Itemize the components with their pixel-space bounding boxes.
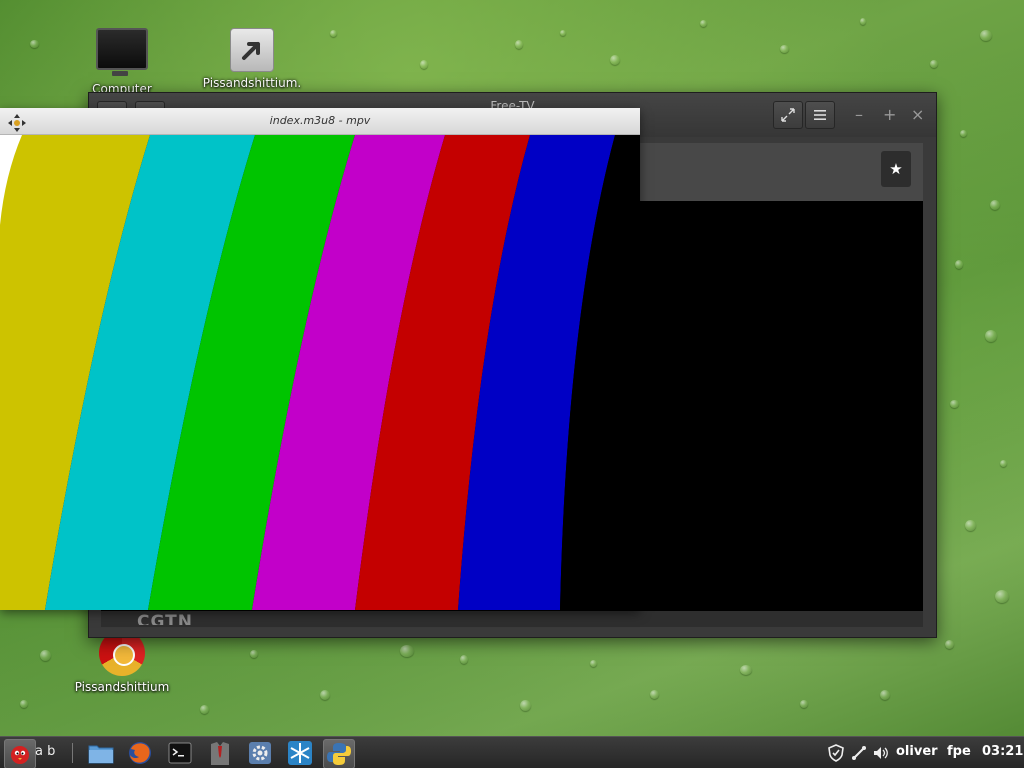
water-droplet [460,655,468,664]
gear-icon [249,742,271,764]
mpv-titlebar[interactable]: index.m3u8 - mpv [0,108,640,135]
security-shield-icon[interactable] [826,743,846,763]
snowflake-icon [288,741,312,765]
taskbar-separator [72,743,73,763]
clock[interactable]: 03:21 [982,744,1023,759]
python-icon [327,743,351,765]
water-droplet [590,660,597,667]
desktop-icon-label: Pissandshittium [74,680,170,694]
water-droplet [880,690,890,700]
water-droplet [930,60,938,68]
water-droplet [950,400,959,408]
terminal-icon [168,742,192,764]
water-droplet [955,260,963,269]
water-droplet [700,20,707,27]
desktop: Computer Pissandshittium. Pissandshittiu… [0,0,1024,768]
user-name[interactable]: oliver [896,744,938,759]
star-icon: ★ [889,160,903,178]
firefox-launcher[interactable] [125,739,155,767]
water-droplet [960,130,967,137]
volume-icon[interactable] [871,743,891,763]
water-droplet [965,520,976,531]
network-icon[interactable] [849,743,869,763]
expand-icon [781,108,795,122]
maximize-button[interactable]: + [883,105,896,124]
water-droplet [420,60,428,69]
channel-strip [101,611,923,627]
color-bars-test-pattern [0,135,640,610]
suit-icon [211,742,229,765]
close-button[interactable]: × [911,105,924,124]
favorite-star-button[interactable]: ★ [881,151,911,187]
water-droplet [650,690,659,699]
water-droplet [515,40,523,49]
water-droplet [20,700,28,708]
water-droplet [320,690,330,700]
water-droplet [200,705,209,714]
menu-button[interactable] [805,101,835,129]
desktop-icon-shortcut[interactable]: Pissandshittium. [192,28,312,90]
water-droplet [990,200,1000,210]
mpv-window[interactable]: index.m3u8 - mpv [0,108,640,610]
snowflake-launcher[interactable] [285,739,315,767]
keyboard-layout[interactable]: fpe [947,744,971,759]
desktop-icon-browser[interactable]: Pissandshittium [62,630,182,694]
terminal-launcher[interactable] [165,739,195,767]
water-droplet [780,45,789,53]
water-droplet [800,700,808,708]
water-droplet [980,30,992,41]
water-droplet [860,18,866,25]
shortcut-arrow-icon [230,28,274,72]
monitor-icon [96,28,148,76]
water-droplet [520,700,531,711]
channel-label[interactable]: CGTN [137,611,193,625]
window-title: index.m3u8 - mpv [269,114,371,127]
video-frame[interactable] [0,135,640,610]
python-launcher[interactable] [323,739,355,768]
water-droplet [400,645,414,657]
water-droplet [30,40,39,48]
water-droplet [995,590,1009,603]
firefox-icon [129,742,151,764]
app-menu-button[interactable] [4,739,36,768]
workspace-switcher[interactable]: a b [35,744,55,759]
taskbar: a b oliver fpe 03:21 [0,736,1024,768]
water-droplet [740,665,752,675]
fullscreen-button[interactable] [773,101,803,129]
suit-launcher[interactable] [205,739,235,767]
water-droplet [250,650,258,658]
angry-bird-menu-icon [11,746,29,764]
water-droplet [610,55,620,65]
settings-launcher[interactable] [245,739,275,767]
water-droplet [560,30,566,36]
favorites-bar: ★ [639,143,923,201]
desktop-icon-computer[interactable]: Computer [62,28,182,96]
water-droplet [945,640,954,649]
minimize-button[interactable]: – [855,105,863,124]
water-droplet [40,650,51,661]
desktop-icon-label: Pissandshittium. [202,76,302,90]
water-droplet [985,330,997,342]
folder-icon [88,745,114,764]
water-droplet [330,30,337,37]
hamburger-menu-icon [814,110,826,120]
files-launcher[interactable] [86,739,116,767]
water-droplet [1000,460,1007,467]
